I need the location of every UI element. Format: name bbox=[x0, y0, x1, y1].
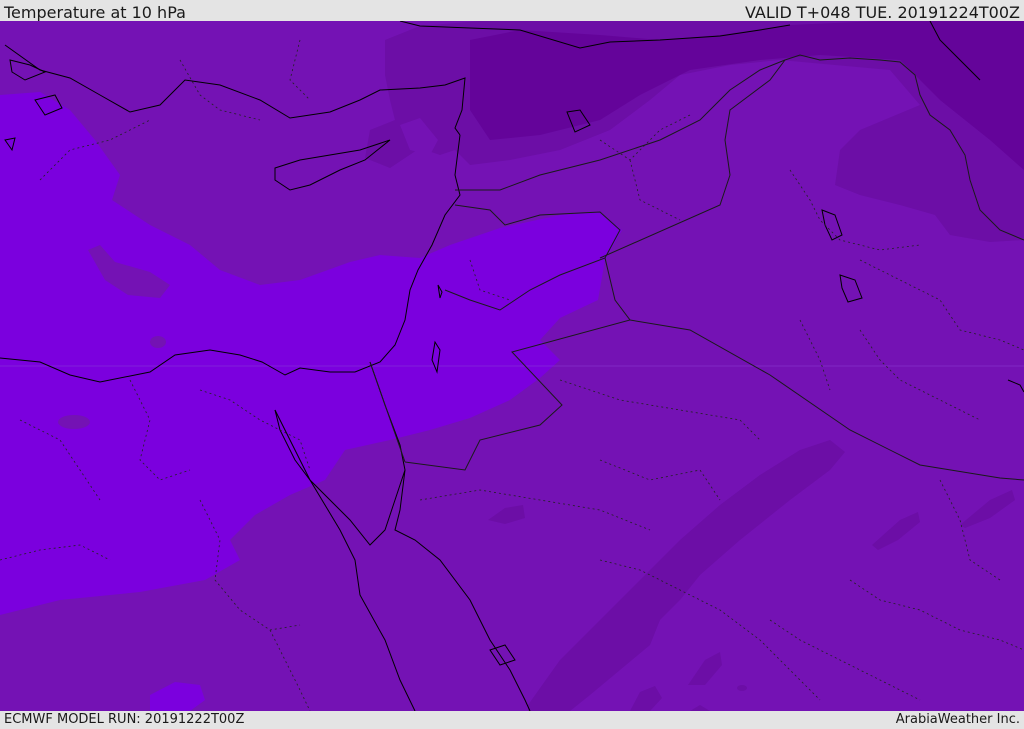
map-title: Temperature at 10 hPa bbox=[4, 3, 186, 22]
temperature-cell bbox=[58, 415, 90, 429]
temperature-cell bbox=[150, 336, 166, 348]
temperature-map[interactable] bbox=[0, 21, 1024, 711]
valid-time: VALID T+048 TUE. 20191224T00Z bbox=[744, 3, 1020, 22]
temperature-cell bbox=[737, 685, 747, 691]
model-run: ECMWF MODEL RUN: 20191222T00Z bbox=[4, 712, 245, 727]
header-bar: Temperature at 10 hPa VALID T+048 TUE. 2… bbox=[0, 0, 1024, 22]
credit: ArabiaWeather Inc. bbox=[895, 712, 1020, 727]
footer-bar: ECMWF MODEL RUN: 20191222T00Z ArabiaWeat… bbox=[0, 711, 1024, 729]
